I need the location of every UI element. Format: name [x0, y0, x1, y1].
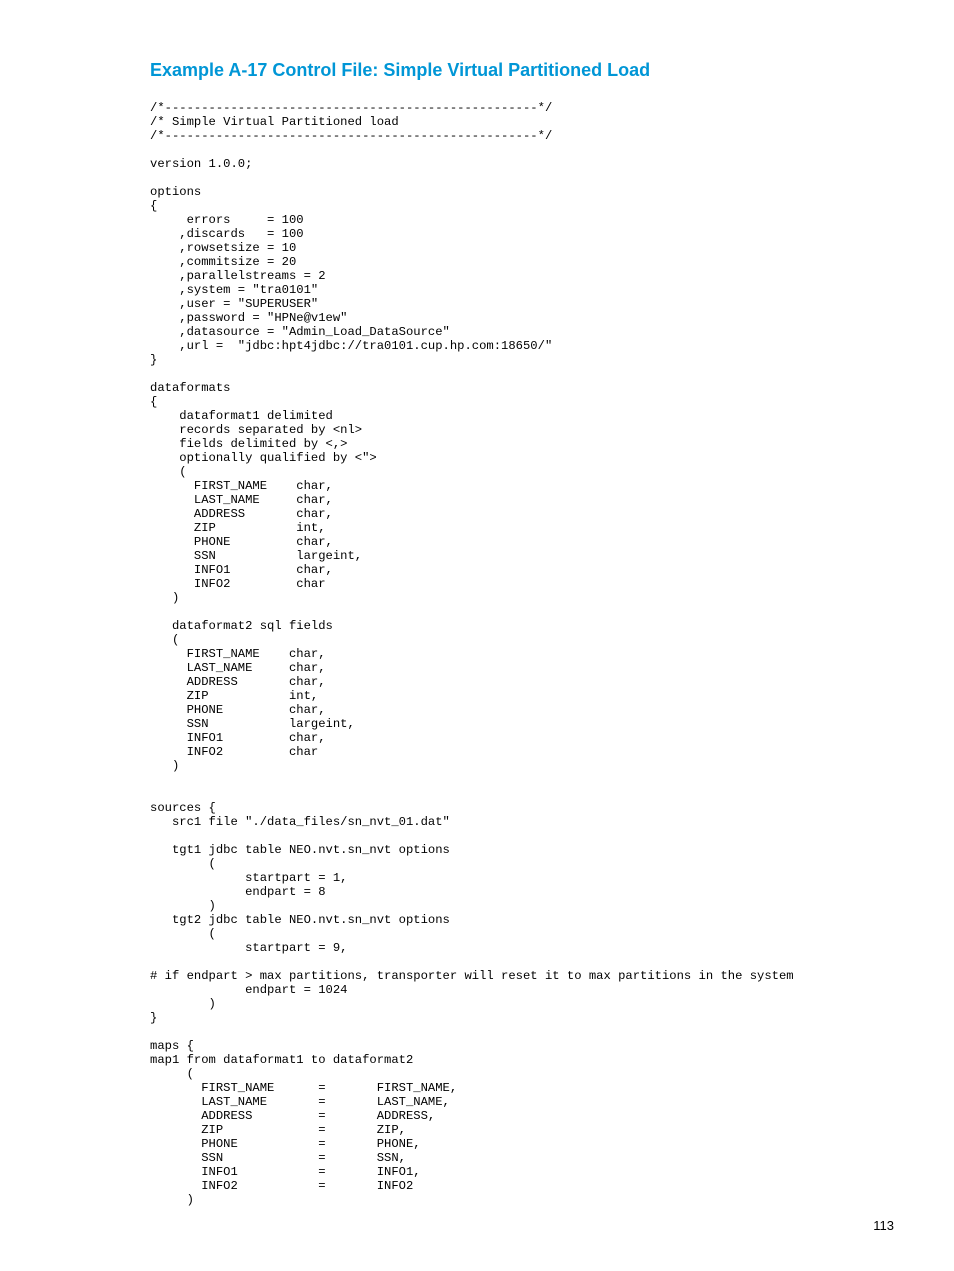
document-page: Example A-17 Control File: Simple Virtua…: [0, 0, 954, 1271]
code-block: /*--------------------------------------…: [150, 101, 894, 1207]
example-title: Example A-17 Control File: Simple Virtua…: [150, 60, 894, 81]
page-number: 113: [873, 1218, 894, 1233]
